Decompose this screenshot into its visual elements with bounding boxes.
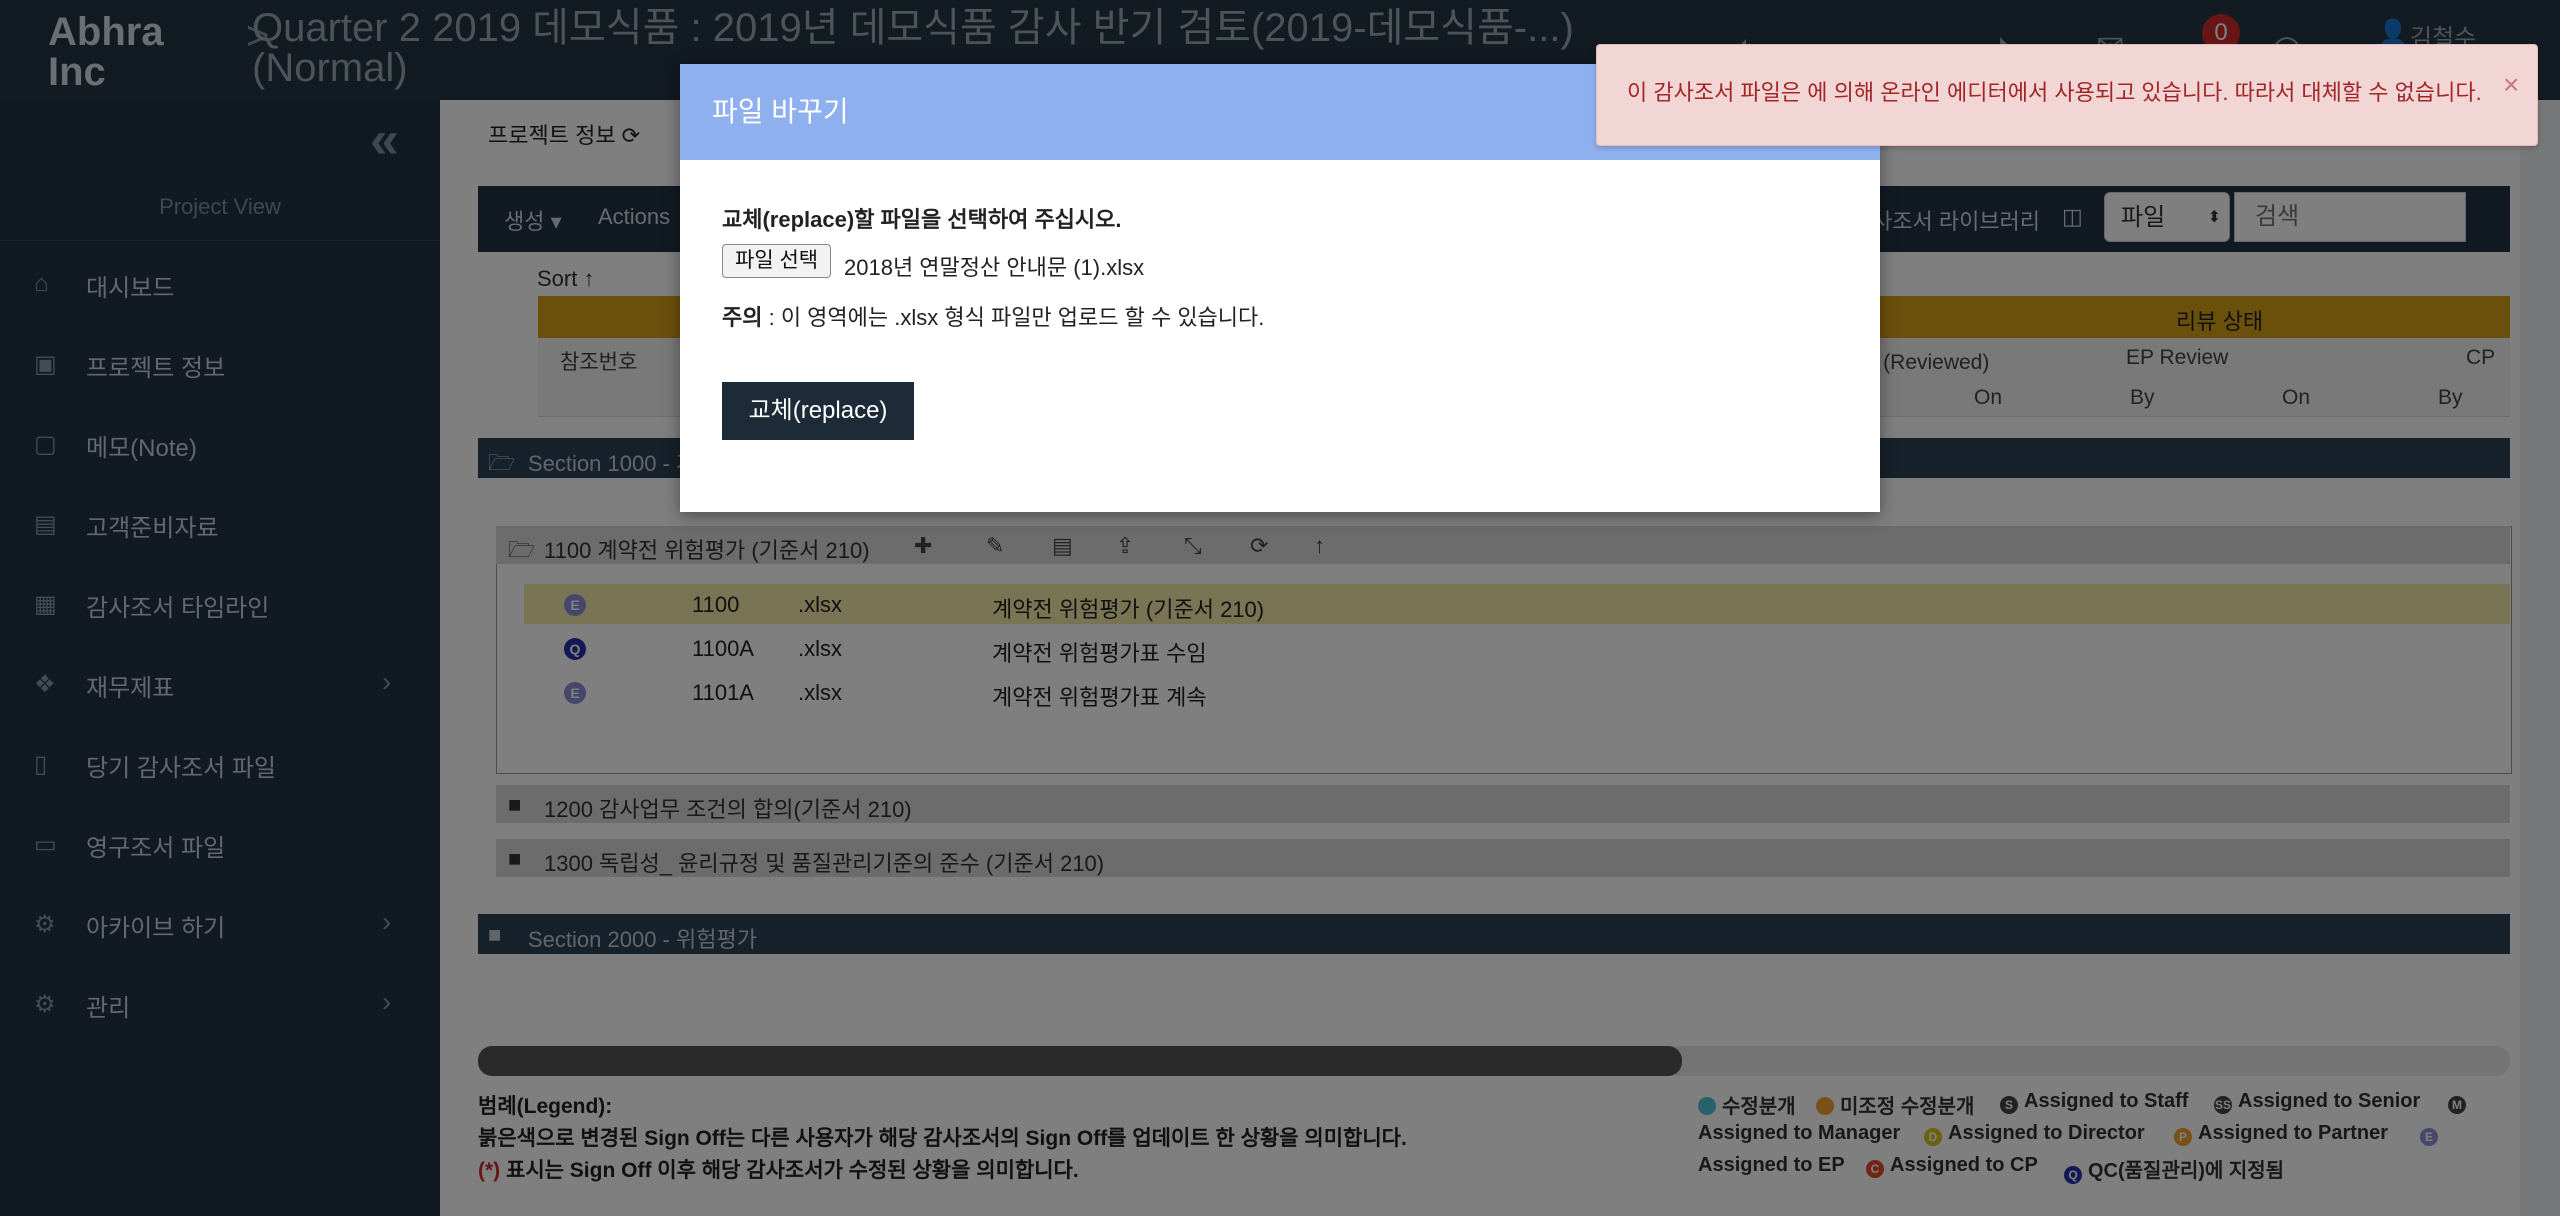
chosen-file-name: 2018년 연말정산 안내문 (1).xlsx	[844, 255, 1145, 280]
replace-button[interactable]: 교체(replace)	[722, 382, 914, 440]
instruction-text: 할 파일을 선택하여 주십시오.	[854, 207, 1122, 232]
error-toast: 이 감사조서 파일은 에 의해 온라인 에디터에서 사용되고 있습니다. 따라서…	[1596, 44, 2538, 146]
dialog-instruction: 교체(replace)할 파일을 선택하여 주십시오.	[722, 202, 1122, 234]
instruction-bold: 교체(replace)	[722, 207, 855, 232]
close-icon[interactable]: ×	[2503, 69, 2519, 101]
dialog-title: 파일 바꾸기	[712, 96, 849, 127]
note-label: 주의	[722, 305, 763, 330]
note-text: : 이 영역에는 .xlsx 형식 파일만 업로드 할 수 있습니다.	[762, 305, 1265, 330]
choose-file-button[interactable]: 파일 선택	[722, 244, 832, 278]
toast-message: 이 감사조서 파일은 에 의해 온라인 에디터에서 사용되고 있습니다. 따라서…	[1627, 80, 2482, 105]
dialog-note: 주의 : 이 영역에는 .xlsx 형식 파일만 업로드 할 수 있습니다.	[722, 300, 1264, 332]
